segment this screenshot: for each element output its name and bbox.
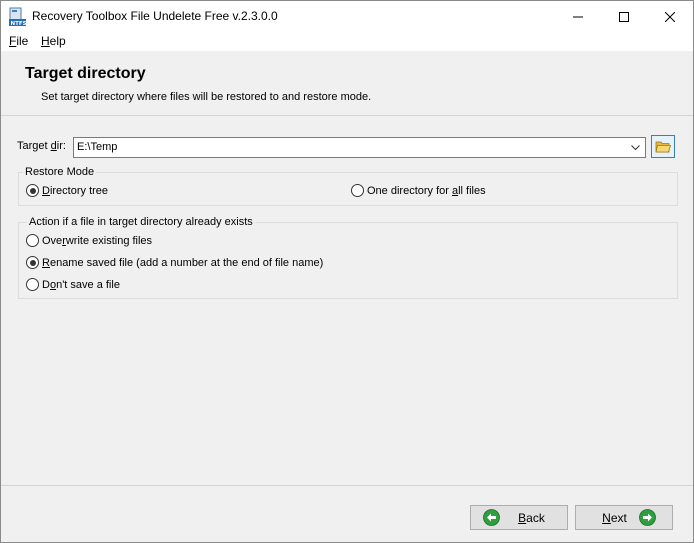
menu-help[interactable]: Help: [41, 34, 66, 48]
page-subtitle: Set target directory where files will be…: [41, 91, 372, 103]
target-dir-label-post: ir:: [56, 140, 66, 152]
radio-dont-save-label: Don't save a file: [42, 278, 120, 291]
next-button[interactable]: Next: [575, 505, 673, 530]
menu-file[interactable]: File: [9, 34, 28, 48]
radio-one-directory[interactable]: One directory for all files: [351, 184, 486, 197]
chevron-down-icon[interactable]: [628, 140, 643, 155]
menu-help-accel: H: [41, 34, 50, 48]
svg-text:NTFS: NTFS: [11, 21, 27, 26]
radio-one-directory-label: One directory for all files: [367, 184, 486, 197]
target-dir-label-pre: Target: [17, 140, 51, 152]
target-dir-value: E:\Temp: [77, 141, 118, 153]
restore-mode-title: Restore Mode: [23, 166, 97, 178]
arrow-left-icon: [483, 509, 501, 526]
arrow-right-icon: [638, 509, 656, 526]
maximize-button[interactable]: [601, 1, 647, 32]
footer-separator: [1, 485, 693, 486]
radio-rename-label: Rename saved file (add a number at the e…: [42, 256, 324, 269]
radio-overwrite-label: Overwrite existing files: [42, 234, 153, 247]
close-icon: [665, 11, 675, 22]
menu-file-label: ile: [16, 34, 29, 48]
action-exists-title: Action if a file in target directory alr…: [27, 216, 255, 228]
radio-one-directory-circle: [351, 184, 364, 197]
page-title: Target directory: [25, 65, 146, 82]
menu-bar: File Help: [1, 32, 693, 51]
minimize-icon: [573, 16, 583, 17]
folder-open-icon: [655, 141, 671, 152]
close-button[interactable]: [647, 1, 693, 32]
radio-overwrite-circle: [26, 234, 39, 247]
title-bar: NTFS Recovery Toolbox File Undelete Free…: [1, 1, 693, 32]
ntfs-app-icon: NTFS: [9, 7, 26, 26]
maximize-icon: [619, 11, 629, 22]
target-dir-combobox[interactable]: E:\Temp: [73, 137, 646, 158]
next-button-label: Next: [602, 510, 627, 525]
radio-directory-tree-label: Directory tree: [42, 184, 109, 197]
radio-directory-tree-circle: [26, 184, 39, 197]
radio-rename[interactable]: Rename saved file (add a number at the e…: [26, 256, 323, 269]
window-title: Recovery Toolbox File Undelete Free v.2.…: [32, 9, 278, 23]
minimize-button[interactable]: [555, 1, 601, 32]
target-dir-label: Target dir:: [17, 140, 66, 152]
app-window: NTFS Recovery Toolbox File Undelete Free…: [0, 0, 694, 543]
menu-help-label: elp: [49, 34, 66, 48]
back-button-label: Back: [518, 510, 545, 525]
back-button[interactable]: Back: [470, 505, 568, 530]
radio-dont-save-circle: [26, 278, 39, 291]
radio-overwrite[interactable]: Overwrite existing files: [26, 234, 152, 247]
wizard-header: Target directory Set target directory wh…: [1, 51, 693, 116]
radio-rename-circle: [26, 256, 39, 269]
radio-dont-save[interactable]: Don't save a file: [26, 278, 120, 291]
radio-directory-tree[interactable]: Directory tree: [26, 184, 108, 197]
restore-mode-group: [18, 172, 678, 206]
browse-folder-button[interactable]: [651, 135, 675, 158]
